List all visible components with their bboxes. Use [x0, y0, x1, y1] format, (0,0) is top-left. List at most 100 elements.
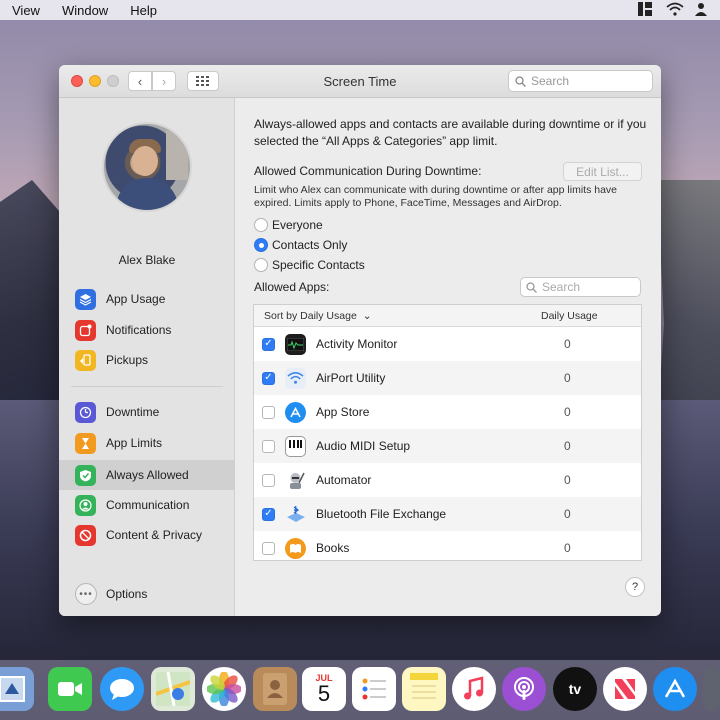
downtime-icon	[75, 401, 96, 423]
sidebar-divider	[71, 386, 223, 387]
sidebar-item-downtime[interactable]: Downtime	[59, 397, 235, 427]
edit-list-button[interactable]: Edit List...	[563, 162, 642, 181]
calendar-icon[interactable]: JUL 5	[302, 667, 346, 711]
radio-everyone[interactable]: Everyone	[254, 218, 323, 232]
app-usage: 0	[564, 405, 571, 419]
checkmark-shield-icon	[75, 464, 96, 486]
table-row[interactable]: Automator 0	[254, 463, 641, 497]
app-checkbox-checked[interactable]: ✓	[262, 371, 275, 385]
communication-description: Limit who Alex can communicate with duri…	[254, 184, 617, 209]
main-content: Always-allowed apps and contacts are ava…	[236, 98, 661, 616]
notes-icon[interactable]	[402, 667, 446, 711]
pickup-icon	[75, 349, 96, 371]
sidebar-item-pickups[interactable]: Pickups	[59, 345, 235, 375]
sort-header-label: Sort by Daily Usage	[264, 310, 357, 322]
sidebar-item-app-limits[interactable]: App Limits	[59, 428, 235, 458]
menu-window[interactable]: Window	[62, 3, 108, 18]
apple-tv-icon[interactable]: tv	[553, 667, 597, 711]
radio-label: Specific Contacts	[272, 258, 365, 272]
search-icon	[526, 281, 537, 293]
daily-usage-header[interactable]: Daily Usage	[541, 310, 598, 322]
music-icon[interactable]	[452, 667, 496, 711]
sidebar-item-label: App Usage	[106, 292, 166, 306]
avatar[interactable]	[102, 122, 192, 212]
table-row[interactable]: ✓ Activity Monitor 0	[254, 327, 641, 361]
table-row[interactable]: Audio MIDI Setup 0	[254, 429, 641, 463]
news-icon[interactable]	[603, 667, 647, 711]
app-store-dock-icon[interactable]	[653, 667, 697, 711]
ellipsis-icon: •••	[75, 583, 97, 605]
sidebar-item-label: App Limits	[106, 436, 163, 450]
app-checkbox-checked[interactable]: ✓	[262, 507, 275, 521]
photos-icon[interactable]	[202, 667, 246, 711]
radio-label: Everyone	[272, 218, 323, 232]
sidebar-item-content-privacy[interactable]: Content & Privacy	[59, 520, 235, 550]
facetime-icon[interactable]	[48, 667, 92, 711]
airport-utility-icon	[285, 367, 306, 389]
chevron-down-icon: ⌄	[362, 310, 372, 322]
app-usage: 0	[564, 473, 571, 487]
automator-robot-icon	[285, 470, 306, 491]
radio-contacts-only[interactable]: Contacts Only	[254, 238, 347, 252]
app-name: Automator	[316, 473, 372, 487]
split-view-icon[interactable]	[638, 2, 654, 16]
radio-button[interactable]	[254, 218, 268, 232]
mail-stamp-icon[interactable]	[0, 667, 34, 711]
app-name: AirPort Utility	[316, 371, 386, 385]
wifi-icon[interactable]	[666, 2, 684, 16]
app-checkbox[interactable]	[262, 405, 275, 419]
sidebar-item-label: Always Allowed	[106, 468, 189, 482]
sidebar-item-app-usage[interactable]: App Usage	[59, 284, 235, 314]
maps-icon[interactable]	[151, 667, 195, 711]
activity-monitor-icon	[285, 333, 306, 355]
apps-search-input[interactable]: Search	[520, 277, 641, 297]
contacts-icon[interactable]	[253, 667, 297, 711]
table-row[interactable]: ✓ Bluetooth File Exchange 0	[254, 497, 641, 531]
app-checkbox-checked[interactable]: ✓	[262, 337, 275, 351]
app-name: Books	[316, 541, 350, 555]
hourglass-icon	[75, 432, 96, 454]
sidebar-item-communication[interactable]: Communication	[59, 490, 235, 520]
table-header: Sort by Daily Usage ⌄ Daily Usage	[254, 305, 641, 327]
table-row[interactable]: ✓ AirPort Utility 0	[254, 361, 641, 395]
app-usage: 0	[564, 439, 571, 453]
user-switch-icon[interactable]	[694, 2, 710, 16]
search-placeholder: Search	[542, 280, 581, 294]
app-checkbox[interactable]	[262, 439, 275, 453]
books-icon	[285, 537, 306, 559]
menu-view[interactable]: View	[12, 3, 40, 18]
radio-button[interactable]	[254, 258, 268, 272]
preferences-search-input[interactable]: Search	[508, 70, 653, 92]
sidebar-item-label: Communication	[106, 498, 190, 512]
messages-icon[interactable]	[100, 667, 144, 711]
table-row[interactable]: App Store 0	[254, 395, 641, 429]
app-usage: 0	[564, 337, 571, 351]
options-button[interactable]: ••• Options	[75, 583, 147, 605]
app-usage: 0	[564, 541, 571, 555]
reminders-icon[interactable]	[352, 667, 396, 711]
app-checkbox[interactable]	[262, 473, 275, 487]
sidebar-item-always-allowed[interactable]: Always Allowed	[59, 460, 235, 490]
piano-keys-icon	[285, 435, 306, 457]
radio-button-selected[interactable]	[254, 238, 268, 252]
app-name: Activity Monitor	[316, 337, 398, 351]
sidebar-item-notifications[interactable]: Notifications	[59, 315, 235, 345]
sidebar-item-label: Downtime	[106, 405, 160, 419]
radio-specific-contacts[interactable]: Specific Contacts	[254, 258, 365, 272]
sort-by-header[interactable]: Sort by Daily Usage ⌄	[264, 310, 372, 322]
system-preferences-icon[interactable]	[703, 667, 720, 711]
title-bar: ‹ › Screen Time Search	[59, 65, 661, 98]
radio-label: Contacts Only	[272, 238, 348, 252]
help-button[interactable]: ?	[625, 577, 645, 597]
app-name: Audio MIDI Setup	[316, 439, 411, 453]
user-name: Alex Blake	[118, 253, 176, 267]
table-row[interactable]: Books 0	[254, 531, 641, 560]
app-usage: 0	[564, 371, 571, 385]
app-checkbox[interactable]	[262, 541, 275, 555]
search-placeholder: Search	[531, 74, 570, 88]
bluetooth-file-exchange-icon	[285, 504, 306, 525]
menu-help[interactable]: Help	[130, 3, 157, 18]
allowed-apps-table: Sort by Daily Usage ⌄ Daily Usage ✓ Acti…	[253, 304, 642, 561]
podcasts-icon[interactable]	[502, 667, 546, 711]
options-label: Options	[106, 587, 148, 601]
